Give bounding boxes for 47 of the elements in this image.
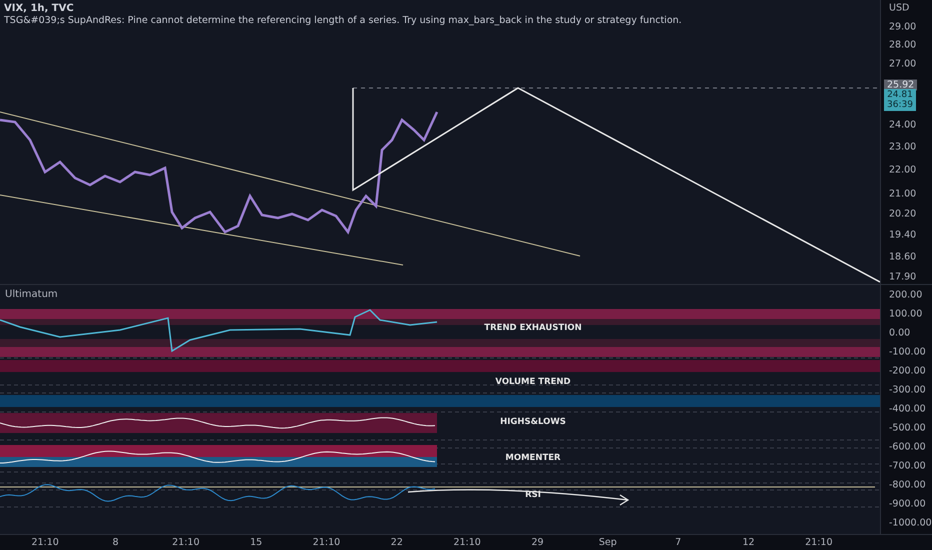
time-label: Sep bbox=[598, 537, 618, 548]
time-label: 21:10 bbox=[30, 537, 60, 548]
indicator-scale-label: 100.00 bbox=[889, 308, 922, 320]
price-label: 21.00 bbox=[889, 188, 916, 200]
price-label: 24.00 bbox=[889, 120, 916, 130]
section-label: TREND EXHAUSTION bbox=[484, 323, 582, 333]
indicator-scale-label: -200.00 bbox=[889, 366, 926, 376]
indicator-scale-label: -900.00 bbox=[889, 498, 926, 510]
time-label: 21:10 bbox=[312, 537, 342, 548]
time-label: 21:10 bbox=[452, 537, 482, 548]
symbol-title: VIX, 1h, TVC bbox=[4, 3, 75, 14]
price-label: 18.60 bbox=[889, 252, 916, 263]
indicator-scale-label: 200.00 bbox=[889, 290, 922, 300]
price-label: 29.00 bbox=[889, 21, 916, 32]
time-label: 29 bbox=[530, 537, 545, 548]
last-price: 24.81 bbox=[887, 90, 913, 100]
price-label: 20.20 bbox=[889, 208, 916, 220]
indicator-title: Ultimatum bbox=[5, 289, 58, 300]
time-label: 12 bbox=[741, 537, 756, 548]
price-label: 19.40 bbox=[889, 230, 916, 241]
indicator-scale-label: -700.00 bbox=[889, 460, 926, 472]
currency-label: USD bbox=[889, 2, 910, 14]
bar-countdown: 36:39 bbox=[887, 100, 913, 110]
time-label: 21:10 bbox=[804, 537, 834, 548]
indicator-scale-label: -100.00 bbox=[889, 346, 926, 358]
indicator-scale-label: -500.00 bbox=[889, 422, 926, 434]
time-label: 22 bbox=[390, 537, 404, 548]
time-label: 7 bbox=[674, 537, 682, 548]
error-message: TSG&#039;s SupAndRes: Pine cannot determine the referencing length of a series. Try using max_bars_back in the study or strategy function. bbox=[4, 15, 682, 26]
indicator-scale-label: -1000.00 bbox=[889, 518, 932, 528]
section-label: VOLUME TREND bbox=[495, 377, 571, 387]
time-label: 15 bbox=[249, 537, 264, 548]
time-label: 8 bbox=[111, 537, 120, 548]
indicator-scale-label: -400.00 bbox=[889, 404, 926, 414]
indicator-scale-label: -300.00 bbox=[889, 384, 926, 396]
section-label: MOMENTER bbox=[505, 453, 561, 463]
time-label: 21:10 bbox=[171, 537, 201, 548]
price-label: 23.00 bbox=[889, 142, 916, 153]
price-label: 27.00 bbox=[889, 58, 916, 70]
price-label: 22.00 bbox=[889, 164, 916, 176]
price-marker: 25.92 bbox=[884, 80, 918, 91]
indicator-scale-label: 0.00 bbox=[889, 328, 910, 338]
price-label: 28.00 bbox=[889, 40, 916, 51]
section-label: HIGHS&LOWS bbox=[500, 417, 566, 427]
indicator-scale-label: -600.00 bbox=[889, 442, 926, 452]
price-label: 17.90 bbox=[889, 271, 916, 282]
indicator-scale-label: -800.00 bbox=[889, 480, 926, 490]
